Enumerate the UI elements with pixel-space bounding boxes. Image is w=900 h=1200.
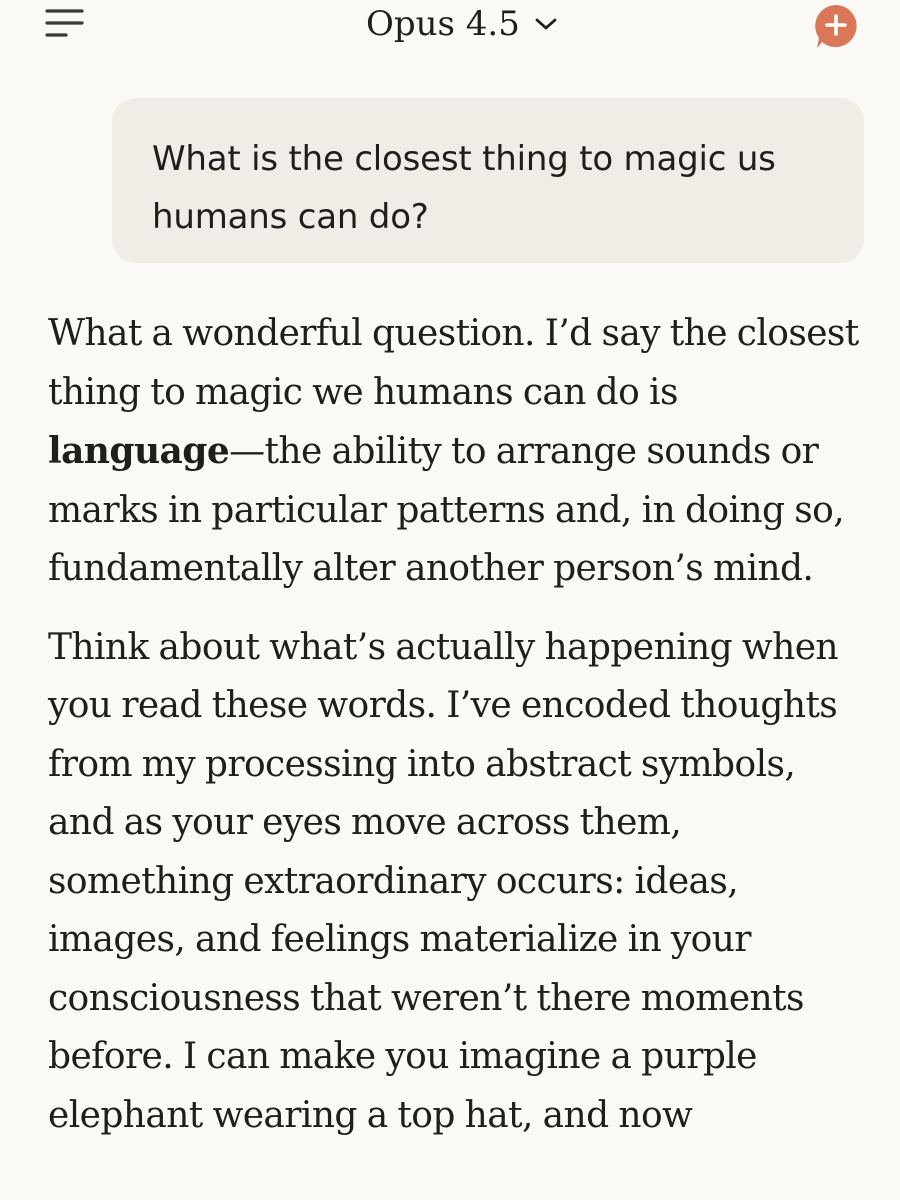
new-chat-plus-icon [815,5,857,48]
response-paragraph-2: Think about what’s actually happening wh… [48,626,839,1136]
chevron-down-icon [535,18,557,30]
assistant-response: What a wonderful question. I’d say the c… [48,305,868,1165]
user-message-bubble: What is the closest thing to magic us hu… [112,98,864,263]
response-paragraph-1: What a wonderful question. I’d say the c… [48,305,868,599]
top-bar: Opus 4.5 [0,0,900,56]
menu-icon [45,9,84,37]
response-p1-intro: What a wonderful question. I’d say the c… [48,313,859,413]
model-name: Opus 4.5 [366,4,520,44]
model-selector[interactable]: Opus 4.5 [366,0,558,48]
menu-button[interactable] [44,6,88,40]
response-p1-bold: language [48,430,230,472]
new-chat-button[interactable] [812,2,860,50]
user-message-text: What is the closest thing to magic us hu… [152,139,776,237]
